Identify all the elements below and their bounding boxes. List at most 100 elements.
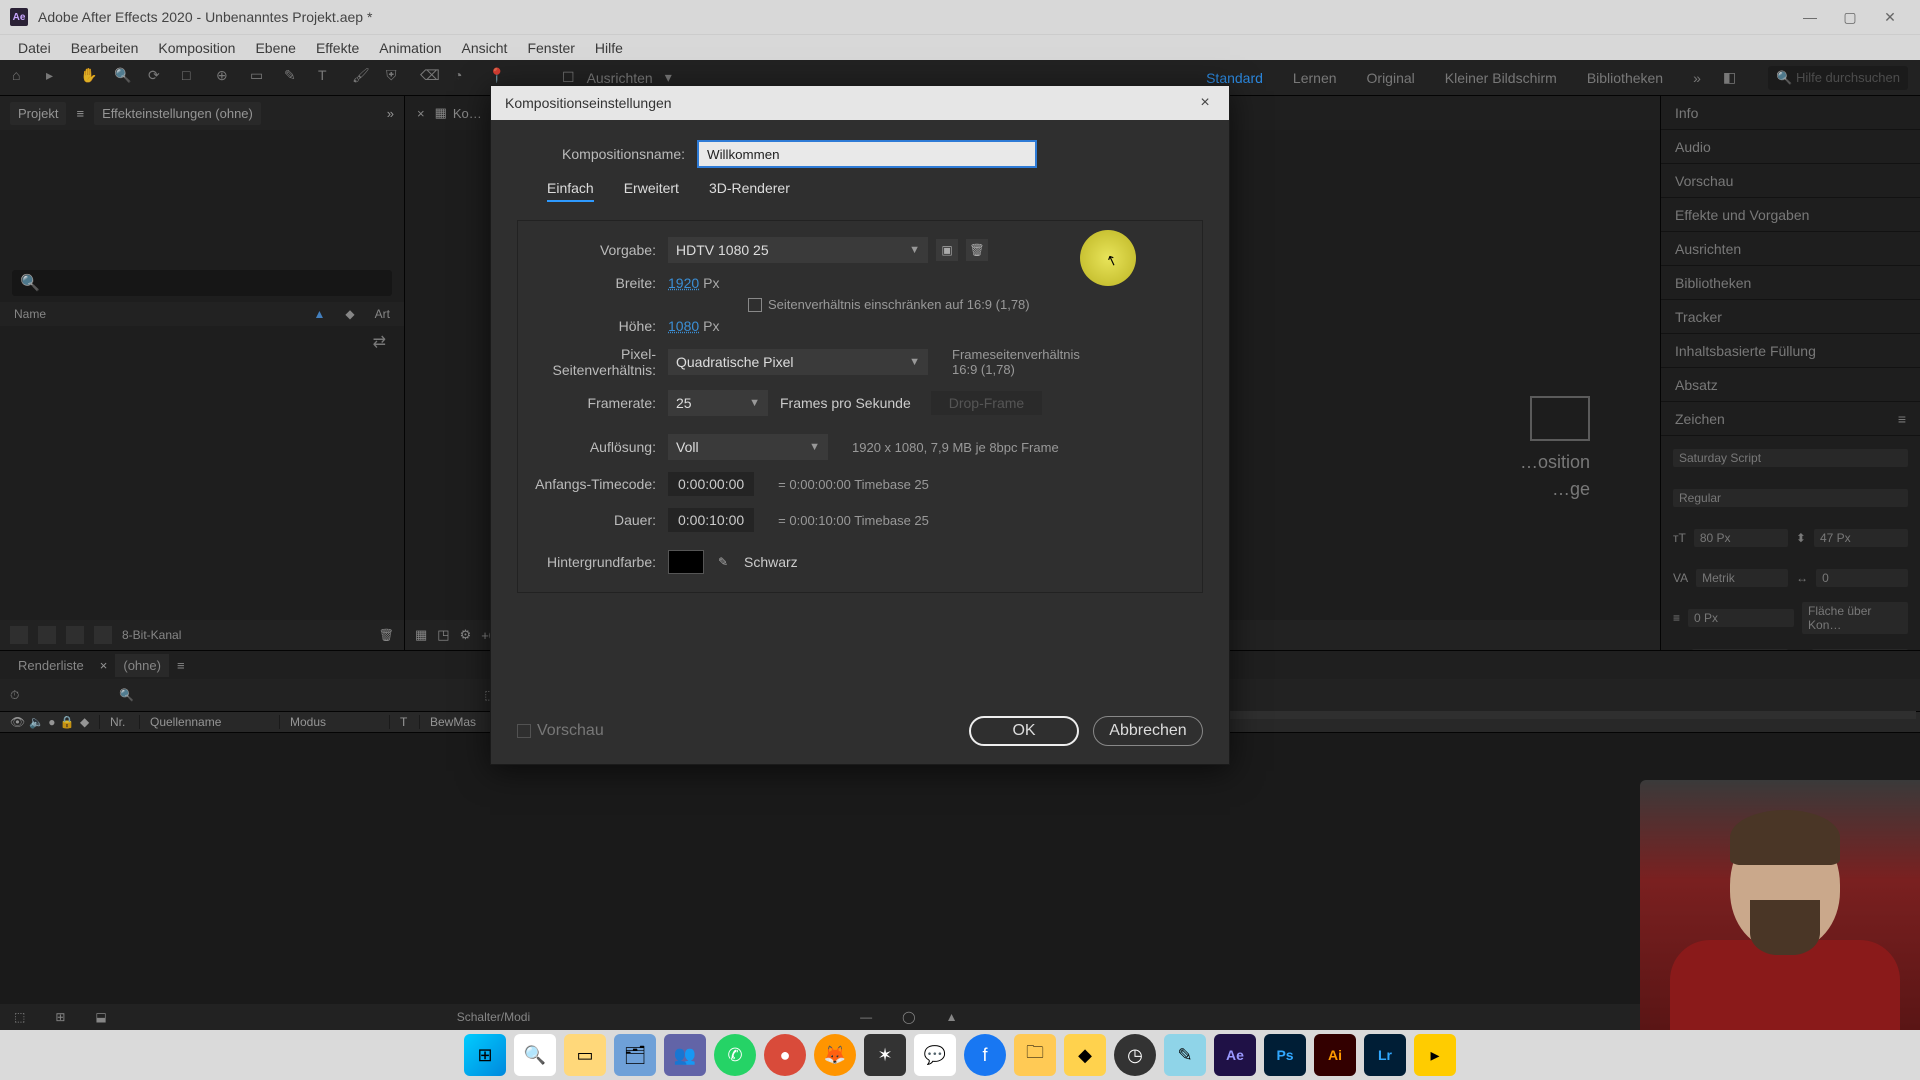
hand-tool-icon[interactable]: ✋ <box>80 67 102 89</box>
taskbar-whatsapp[interactable]: ✆ <box>714 1034 756 1076</box>
panel-menu-icon[interactable]: ≡ <box>1898 411 1906 427</box>
tab-3d-renderer[interactable]: 3D-Renderer <box>709 180 790 202</box>
fill-option-dropdown[interactable]: Fläche über Kon… <box>1802 602 1908 634</box>
stroke-width-field[interactable]: 0 Px <box>1688 609 1794 627</box>
taskbar-messenger[interactable]: 💬 <box>914 1034 956 1076</box>
menu-hilfe[interactable]: Hilfe <box>585 40 633 56</box>
tab-projekt[interactable]: Projekt <box>10 102 66 125</box>
maximize-button[interactable]: ▢ <box>1830 9 1870 26</box>
menu-animation[interactable]: Animation <box>369 40 451 56</box>
workspace-lernen[interactable]: Lernen <box>1293 70 1337 86</box>
leading-field[interactable]: 47 Px <box>1814 529 1908 547</box>
toggle-switches-icon[interactable]: ⬚ <box>14 1010 25 1024</box>
speaker-col-icon[interactable]: 🔈 <box>29 715 44 729</box>
panel-vorschau[interactable]: Vorschau <box>1661 164 1920 198</box>
taskbar-app-red[interactable]: ● <box>764 1034 806 1076</box>
taskbar-firefox[interactable]: 🦊 <box>814 1034 856 1076</box>
width-value[interactable]: 1920 <box>668 275 699 291</box>
taskbar-search[interactable]: 🔍 <box>514 1034 556 1076</box>
taskbar-clock-app[interactable]: ◷ <box>1114 1034 1156 1076</box>
font-family-dropdown[interactable]: Saturday Script <box>1673 449 1908 467</box>
panel-audio[interactable]: Audio <box>1661 130 1920 164</box>
eyedropper-icon[interactable]: ✎ <box>712 551 734 573</box>
taskbar-app-yellow[interactable]: ◆ <box>1064 1034 1106 1076</box>
clone-tool-icon[interactable]: ⛨ <box>386 67 408 89</box>
par-dropdown[interactable]: Quadratische Pixel▼ <box>668 349 928 375</box>
col-t[interactable]: T <box>390 715 420 729</box>
tab-ohne[interactable]: (ohne) <box>115 654 169 677</box>
shape-tool-icon[interactable]: ▭ <box>250 67 272 89</box>
snap-caret-icon[interactable]: ▾ <box>665 69 672 86</box>
panel-inhaltsbasierte[interactable]: Inhaltsbasierte Füllung <box>1661 334 1920 368</box>
comp-footer-icon3[interactable]: ⚙ <box>460 627 472 643</box>
panel-info[interactable]: Info <box>1661 96 1920 130</box>
tracking-field[interactable]: 0 <box>1816 569 1908 587</box>
tab-erweitert[interactable]: Erweitert <box>624 180 679 202</box>
panel-bibliotheken[interactable]: Bibliotheken <box>1661 266 1920 300</box>
panel-tracker[interactable]: Tracker <box>1661 300 1920 334</box>
start-tc-value[interactable]: 0:00:00:00 <box>668 472 754 496</box>
zoom-in-icon[interactable]: ▲ <box>946 1010 958 1024</box>
tab-renderliste[interactable]: Renderliste <box>10 654 92 677</box>
rotate-tool-icon[interactable]: ⟳ <box>148 67 170 89</box>
menu-ebene[interactable]: Ebene <box>245 40 305 56</box>
workspace-kleiner-bildschirm[interactable]: Kleiner Bildschirm <box>1445 70 1557 86</box>
camera-tool-icon[interactable]: □ <box>182 67 204 89</box>
comp-footer-icon2[interactable]: ◳ <box>437 627 449 643</box>
taskbar-files[interactable]: 🗀 <box>1014 1034 1056 1076</box>
comp-tab-menu-icon[interactable]: ▦ <box>435 105 447 121</box>
new-comp-icon[interactable] <box>38 626 56 644</box>
menu-effekte[interactable]: Effekte <box>306 40 369 56</box>
taskbar-app-last[interactable]: ▸ <box>1414 1034 1456 1076</box>
solo-col-icon[interactable]: ● <box>48 715 55 729</box>
duration-value[interactable]: 0:00:10:00 <box>668 508 754 532</box>
flow-icon[interactable]: ⇄ <box>0 326 404 358</box>
framerate-dropdown[interactable]: 25▼ <box>668 390 768 416</box>
brush-tool-icon[interactable]: 🖌 <box>352 67 374 89</box>
font-size-field[interactable]: 80 Px <box>1694 529 1788 547</box>
col-nr[interactable]: Nr. <box>100 715 140 729</box>
menu-ansicht[interactable]: Ansicht <box>452 40 518 56</box>
taskbar-notes[interactable]: ✎ <box>1164 1034 1206 1076</box>
comp-tab-close[interactable]: × <box>413 106 429 121</box>
menu-bearbeiten[interactable]: Bearbeiten <box>61 40 149 56</box>
workspace-overflow-icon[interactable]: » <box>1693 70 1701 86</box>
save-preset-icon[interactable]: ▣ <box>936 239 958 261</box>
toggle-icon2[interactable]: ⊞ <box>55 1010 65 1024</box>
col-modus[interactable]: Modus <box>280 715 390 729</box>
taskbar-photoshop[interactable]: Ps <box>1264 1034 1306 1076</box>
font-style-dropdown[interactable]: Regular <box>1673 489 1908 507</box>
bit-depth[interactable]: 8-Bit-Kanal <box>122 628 181 642</box>
taskbar-explorer[interactable]: 🗂 <box>614 1034 656 1076</box>
label-col-icon[interactable]: ◆ <box>345 307 354 321</box>
tab-effekteinstellungen[interactable]: Effekteinstellungen (ohne) <box>94 102 261 125</box>
help-search[interactable]: 🔍 Hilfe durchsuchen <box>1768 66 1908 90</box>
panel-zeichen[interactable]: Zeichen≡ <box>1661 402 1920 436</box>
panel-menu-icon[interactable]: ≡ <box>76 106 84 121</box>
zoom-slider[interactable]: ◯ <box>902 1010 915 1024</box>
cancel-button[interactable]: Abbrechen <box>1093 716 1203 746</box>
project-search[interactable]: 🔍 <box>12 270 392 296</box>
col-quellenname[interactable]: Quellenname <box>140 715 280 729</box>
comp-name-input[interactable] <box>697 140 1037 168</box>
toggle-icon3[interactable]: ⬓ <box>95 1010 106 1024</box>
selection-tool-icon[interactable]: ▸ <box>46 67 68 89</box>
ok-button[interactable]: OK <box>969 716 1079 746</box>
sort-caret-icon[interactable]: ▲ <box>314 307 326 321</box>
home-icon[interactable]: ⌂ <box>12 67 34 89</box>
comp-footer-icon[interactable]: ▦ <box>415 627 427 643</box>
delete-preset-icon[interactable]: 🗑 <box>966 239 988 261</box>
taskbar-lightroom[interactable]: Lr <box>1364 1034 1406 1076</box>
lock-aspect-checkbox[interactable] <box>748 298 762 312</box>
workspace-original[interactable]: Original <box>1367 70 1415 86</box>
tab-menu-icon[interactable]: ≡ <box>177 658 185 673</box>
col-name[interactable]: Name <box>14 307 46 321</box>
label-col-icon[interactable]: ◆ <box>80 715 89 729</box>
start-button[interactable]: ⊞ <box>464 1034 506 1076</box>
panel-overflow-icon[interactable]: » <box>387 106 394 121</box>
pan-behind-tool-icon[interactable]: ⊕ <box>216 67 238 89</box>
bgcolor-swatch[interactable] <box>668 550 704 574</box>
comp-tab-label[interactable]: Ko… <box>453 106 482 121</box>
preset-dropdown[interactable]: HDTV 1080 25▼ <box>668 237 928 263</box>
panel-effekte[interactable]: Effekte und Vorgaben <box>1661 198 1920 232</box>
